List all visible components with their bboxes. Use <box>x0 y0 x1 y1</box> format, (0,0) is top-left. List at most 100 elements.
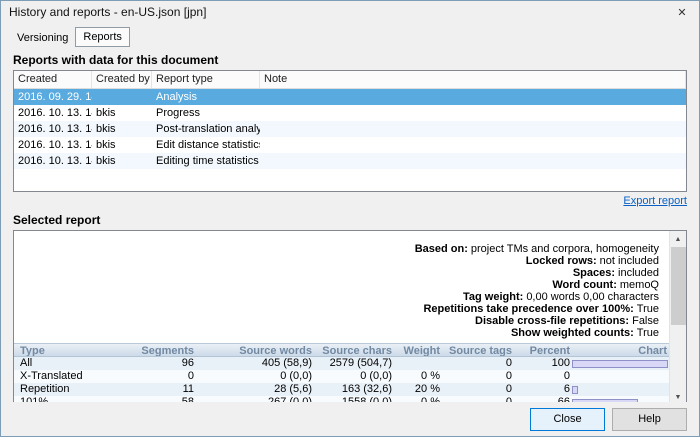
table-row[interactable]: 2016. 10. 13. 14:40 bkis Post-translatio… <box>14 121 686 137</box>
report-setting: Based on:project TMs and corpora, homoge… <box>14 243 669 255</box>
scroll-down-icon[interactable]: ▼ <box>670 389 686 402</box>
setting-value: not included <box>600 255 659 267</box>
analysis-table-header: Type Segments Source words Source chars … <box>14 343 669 357</box>
window-title: History and reports - en-US.json [jpn] <box>1 5 206 19</box>
cell-source-words: 267 (0,0) <box>194 396 312 402</box>
report-setting: Locked rows:not included <box>14 255 669 267</box>
dialog-content: Reports with data for this document Crea… <box>1 47 699 402</box>
cell-report-type: Analysis <box>152 89 260 105</box>
setting-value: False <box>632 315 659 327</box>
column-header-created-by[interactable]: Created by <box>92 71 152 88</box>
cell-chart <box>570 383 669 396</box>
cell-note <box>260 153 686 169</box>
setting-label: Spaces: <box>573 267 615 279</box>
setting-value: memoQ <box>620 279 659 291</box>
cell-weight <box>392 357 440 370</box>
table-row[interactable]: 2016. 10. 13. 14:39 bkis Progress <box>14 105 686 121</box>
table-row[interactable]: 2016. 09. 29. 14:30 Analysis <box>14 89 686 105</box>
close-button[interactable]: Close <box>530 408 605 431</box>
cell-percent: 100 <box>512 357 570 370</box>
cell-report-type: Progress <box>152 105 260 121</box>
analysis-row: 101% 58 267 (0,0) 1558 (0,0) 0 % 0 66 <box>14 396 669 402</box>
cell-created-by: bkis <box>92 137 152 153</box>
column-header-source-tags: Source tags <box>440 344 512 356</box>
setting-value: 0,00 words 0,00 characters <box>526 291 659 303</box>
cell-percent: 0 <box>512 370 570 383</box>
report-setting: Repetitions take precedence over 100%:Tr… <box>14 303 669 315</box>
report-setting: Word count:memoQ <box>14 279 669 291</box>
setting-label: Show weighted counts: <box>511 327 634 339</box>
column-header-source-chars: Source chars <box>312 344 392 356</box>
column-header-report-type[interactable]: Report type <box>152 71 260 88</box>
cell-source-chars: 163 (32,6) <box>312 383 392 396</box>
setting-label: Locked rows: <box>526 255 597 267</box>
cell-created-by <box>92 89 152 105</box>
cell-segments: 96 <box>132 357 194 370</box>
export-row: Export report <box>13 195 687 209</box>
report-setting: Show weighted counts:True <box>14 327 669 339</box>
title-bar[interactable]: History and reports - en-US.json [jpn] ✕ <box>1 1 699 23</box>
report-setting: Disable cross-file repetitions:False <box>14 315 669 327</box>
cell-note <box>260 89 686 105</box>
cell-created: 2016. 10. 13. 14:39 <box>14 105 92 121</box>
chart-bar <box>572 386 578 394</box>
cell-weight: 20 % <box>392 383 440 396</box>
cell-segments: 0 <box>132 370 194 383</box>
cell-source-words: 405 (58,9) <box>194 357 312 370</box>
setting-label: Tag weight: <box>463 291 523 303</box>
cell-source-words: 0 (0,0) <box>194 370 312 383</box>
cell-report-type: Post-translation analysis <box>152 121 260 137</box>
tab-reports[interactable]: Reports <box>75 27 130 47</box>
reports-section-heading: Reports with data for this document <box>13 53 687 67</box>
setting-label: Repetitions take precedence over 100%: <box>423 303 633 315</box>
cell-created: 2016. 10. 13. 14:40 <box>14 121 92 137</box>
analysis-table: Type Segments Source words Source chars … <box>14 343 669 402</box>
report-body: Based on:project TMs and corpora, homoge… <box>14 231 669 402</box>
cell-created-by: bkis <box>92 105 152 121</box>
cell-chart <box>570 357 669 370</box>
scroll-up-icon[interactable]: ▲ <box>670 231 686 247</box>
close-icon[interactable]: ✕ <box>665 1 699 23</box>
cell-weight: 0 % <box>392 370 440 383</box>
column-header-note[interactable]: Note <box>260 71 686 88</box>
vertical-scrollbar[interactable]: ▲ ▼ <box>669 231 686 402</box>
setting-value: included <box>618 267 659 279</box>
table-row[interactable]: 2016. 10. 13. 14:40 bkis Editing time st… <box>14 153 686 169</box>
tab-versioning[interactable]: Versioning <box>10 29 75 47</box>
cell-created-by: bkis <box>92 121 152 137</box>
cell-chart <box>570 370 669 383</box>
setting-value: True <box>637 327 659 339</box>
dialog-footer: Close Help <box>1 402 699 436</box>
help-button[interactable]: Help <box>612 408 687 431</box>
cell-segments: 11 <box>132 383 194 396</box>
column-header-segments: Segments <box>132 344 194 356</box>
cell-note <box>260 105 686 121</box>
cell-created: 2016. 09. 29. 14:30 <box>14 89 92 105</box>
cell-chart <box>570 396 669 402</box>
column-header-percent: Percent <box>512 344 570 356</box>
history-and-reports-dialog: History and reports - en-US.json [jpn] ✕… <box>0 0 700 437</box>
chart-bar <box>572 399 638 403</box>
cell-segments: 58 <box>132 396 194 402</box>
scrollbar-thumb[interactable] <box>671 247 686 325</box>
cell-type: Repetition <box>14 383 132 396</box>
cell-percent: 6 <box>512 383 570 396</box>
cell-source-tags: 0 <box>440 357 512 370</box>
cell-weight: 0 % <box>392 396 440 402</box>
report-setting: Tag weight:0,00 words 0,00 characters <box>14 291 669 303</box>
selected-report-panel: Based on:project TMs and corpora, homoge… <box>13 230 687 402</box>
report-setting: Spaces:included <box>14 267 669 279</box>
chart-bar <box>572 360 668 368</box>
cell-note <box>260 121 686 137</box>
analysis-row: Repetition 11 28 (5,6) 163 (32,6) 20 % 0… <box>14 383 669 396</box>
tab-strip: Versioning Reports <box>1 23 699 47</box>
setting-label: Disable cross-file repetitions: <box>475 315 629 327</box>
cell-created-by: bkis <box>92 153 152 169</box>
column-header-created[interactable]: Created <box>14 71 92 88</box>
cell-source-words: 28 (5,6) <box>194 383 312 396</box>
table-row[interactable]: 2016. 10. 13. 14:40 bkis Edit distance s… <box>14 137 686 153</box>
reports-list: Created Created by Report type Note 2016… <box>13 70 687 192</box>
cell-report-type: Editing time statistics <box>152 153 260 169</box>
column-header-chart: Chart <box>570 344 669 356</box>
export-report-link[interactable]: Export report <box>623 195 687 207</box>
